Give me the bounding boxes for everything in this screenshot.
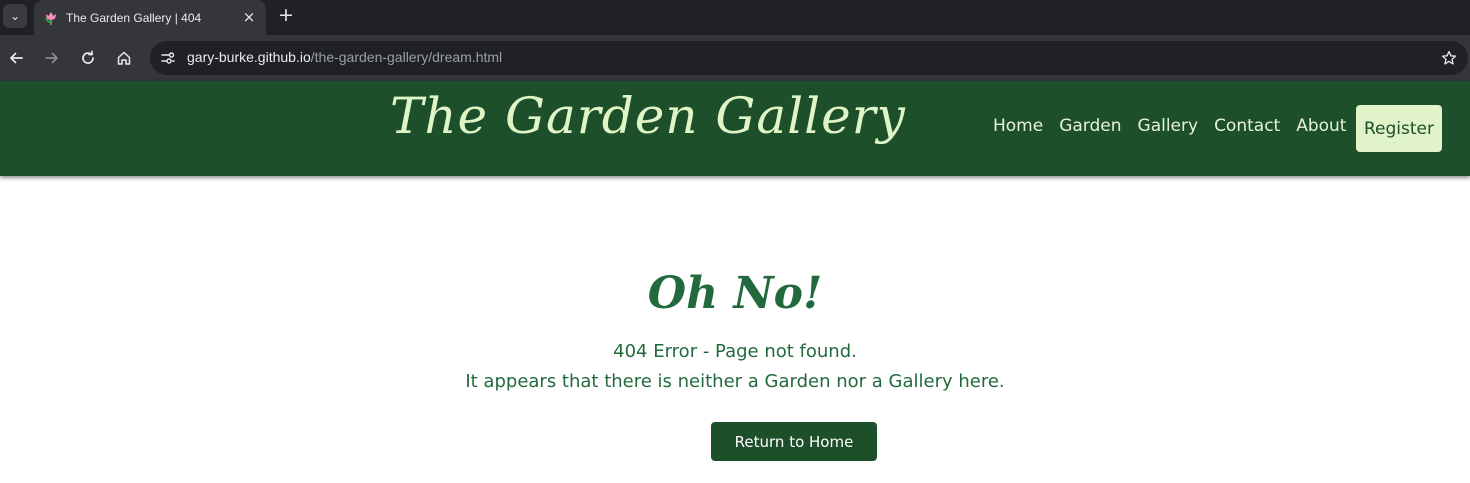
forward-arrow-icon[interactable] (40, 46, 64, 70)
reload-icon[interactable] (76, 46, 100, 70)
address-url[interactable]: gary-burke.github.io/the-garden-gallery/… (187, 49, 502, 65)
nav-link-home[interactable]: Home (993, 116, 1043, 136)
error-heading: Oh No! (647, 268, 823, 319)
tab-close-icon[interactable]: × (240, 8, 258, 26)
url-path: /the-garden-gallery/dream.html (310, 49, 503, 65)
site-header: The Garden Gallery Home Garden Gallery C… (0, 81, 1470, 176)
error-message-secondary: It appears that there is neither a Garde… (465, 371, 1005, 392)
url-host: gary-burke.github.io (187, 49, 311, 65)
star-icon[interactable] (1438, 47, 1460, 69)
home-icon[interactable] (112, 46, 136, 70)
new-tab-plus-icon[interactable]: + (276, 4, 296, 26)
site-logo[interactable]: The Garden Gallery (390, 87, 906, 145)
browser-tab-active[interactable]: The Garden Gallery | 404 × (34, 0, 266, 35)
address-bar[interactable]: gary-burke.github.io/the-garden-gallery/… (150, 41, 1468, 75)
return-home-button[interactable]: Return to Home (711, 422, 877, 461)
back-arrow-icon[interactable] (4, 46, 28, 70)
error-message-primary: 404 Error - Page not found. (613, 341, 857, 362)
browser-toolbar: gary-burke.github.io/the-garden-gallery/… (0, 35, 1470, 81)
site-info-icon[interactable] (158, 48, 178, 68)
register-button[interactable]: Register (1356, 105, 1442, 152)
error-content: Oh No! 404 Error - Page not found. It ap… (0, 176, 1470, 483)
tulip-icon (43, 10, 59, 26)
main-nav: Home Garden Gallery Contact About (993, 116, 1362, 136)
browser-tab-strip: ⌄ The Garden Gallery | 404 × + (0, 0, 1470, 35)
tab-search-chevron-icon[interactable]: ⌄ (3, 4, 27, 28)
nav-link-contact[interactable]: Contact (1214, 116, 1280, 136)
tab-title: The Garden Gallery | 404 (66, 10, 202, 25)
nav-link-gallery[interactable]: Gallery (1138, 116, 1199, 136)
nav-link-garden[interactable]: Garden (1059, 116, 1121, 136)
nav-link-about[interactable]: About (1296, 116, 1346, 136)
